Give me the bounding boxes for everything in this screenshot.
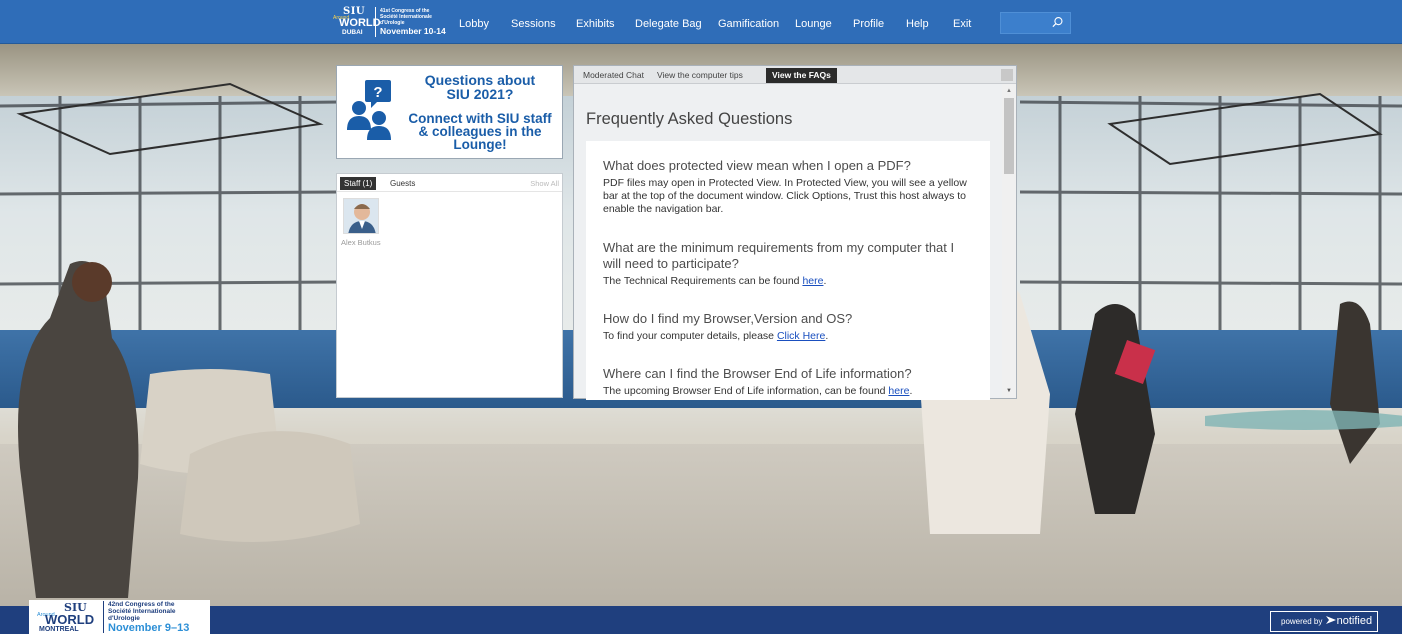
powered-by-badge[interactable]: powered by notified — [1270, 611, 1378, 632]
nav-delegate-bag[interactable]: Delegate Bag — [635, 0, 702, 44]
faq-window: Moderated Chat View the computer tips Vi… — [573, 65, 1017, 400]
tab-faqs[interactable]: View the FAQs — [766, 68, 837, 83]
siu-logo-mark: SIU Around WORLD MONTREAL — [37, 601, 103, 633]
promo-heading: Questions about SIU 2021? — [401, 73, 559, 101]
faq-question: Where can I find the Browser End of Life… — [603, 366, 912, 381]
nav-lounge[interactable]: Lounge — [795, 0, 832, 44]
faq-answer: PDF files may open in Protected View. In… — [603, 177, 967, 215]
technical-requirements-link[interactable]: here — [802, 275, 823, 287]
nav-profile[interactable]: Profile — [853, 0, 884, 44]
promo-body: Connect with SIU staff & colleagues in t… — [401, 112, 559, 152]
logo-dates: November 10-14 — [380, 26, 446, 36]
top-navigation-bar: SIU Around WORLD DUBAI 41st Congress of … — [0, 0, 1402, 44]
logo-world-text: WORLD — [45, 612, 95, 627]
logo-congress-line1: 42nd Congress of the — [108, 600, 175, 608]
lounge-promo-banner[interactable]: ? Questions about SIU 2021? Connect with… — [336, 65, 563, 159]
powered-by-text: powered by — [1281, 617, 1323, 626]
computer-details-link[interactable]: Click Here — [777, 330, 825, 342]
faq-item: How do I find my Browser,Version and OS?… — [603, 311, 975, 343]
nav-lobby[interactable]: Lobby — [459, 0, 489, 44]
search-icon[interactable] — [1051, 16, 1064, 29]
search-box — [1000, 12, 1071, 34]
scroll-down-arrow-icon[interactable]: ▼ — [1002, 386, 1016, 396]
faq-window-tabs: Moderated Chat View the computer tips Vi… — [574, 66, 1016, 84]
nav-exit[interactable]: Exit — [953, 0, 971, 44]
nav-gamification[interactable]: Gamification — [718, 0, 779, 44]
logo-congress-text: 41st Congress of the Société Internation… — [375, 7, 446, 37]
logo-world-text: WORLD — [339, 17, 381, 29]
nav-help[interactable]: Help — [906, 0, 929, 44]
faq-question: What are the minimum requirements from m… — [603, 240, 955, 271]
logo-city-text: MONTREAL — [39, 626, 79, 633]
logo-congress-line2: Société Internationale — [108, 607, 176, 615]
promo-title-line2: SIU 2021? — [446, 86, 514, 102]
promo-body-line3: Lounge! — [453, 137, 507, 152]
faq-question: How do I find my Browser,Version and OS? — [603, 311, 853, 326]
tab-computer-tips[interactable]: View the computer tips — [651, 68, 749, 83]
tab-moderated-chat[interactable]: Moderated Chat — [577, 68, 650, 83]
faq-item: Where can I find the Browser End of Life… — [603, 366, 975, 398]
chat-people-icon: ? — [347, 80, 391, 140]
logo-dates: November 9–13 — [108, 621, 190, 634]
faq-answer-suffix: . — [823, 275, 827, 287]
footer-bar — [0, 606, 1402, 634]
faq-answer-text: The Technical Requirements can be found — [603, 275, 803, 287]
tab-staff[interactable]: Staff (1) — [340, 177, 377, 190]
faq-answer: The upcoming Browser End of Life informa… — [603, 385, 975, 398]
faq-answer-text: To find your computer details, please — [603, 330, 777, 342]
popout-icon[interactable] — [1001, 69, 1013, 81]
faq-answer-suffix: . — [825, 330, 829, 342]
attendees-tabs: Staff (1) Guests Show All — [337, 174, 562, 192]
logo-congress-text: 42nd Congress of the Société Internation… — [103, 600, 190, 634]
scroll-thumb[interactable] — [1004, 98, 1014, 174]
notified-brand-text: notified — [1336, 615, 1373, 627]
search-input[interactable] — [1001, 13, 1051, 33]
svg-text:?: ? — [373, 84, 382, 101]
faq-answer-text: The upcoming Browser End of Life informa… — [603, 385, 889, 397]
person-photo-icon — [344, 199, 378, 233]
faq-item: What are the minimum requirements from m… — [603, 240, 975, 288]
faq-answer-suffix: . — [909, 385, 913, 397]
show-all-link[interactable]: Show All — [530, 177, 559, 190]
promo-title-line1: Questions about — [424, 72, 536, 88]
siu-logo-mark: SIU Around WORLD DUBAI — [333, 6, 381, 38]
attendees-panel: Staff (1) Guests Show All Alex Butkus — [336, 173, 563, 398]
faq-answer: The Technical Requirements can be found … — [603, 275, 975, 288]
faq-list: What does protected view mean when I ope… — [586, 141, 990, 400]
tab-guests[interactable]: Guests — [390, 177, 415, 190]
congress-logo[interactable]: SIU Around WORLD DUBAI 41st Congress of … — [333, 6, 447, 38]
avatar[interactable] — [343, 198, 379, 234]
logo-city-text: DUBAI — [342, 29, 363, 36]
faq-scrollbar[interactable]: ▲ ▼ — [1002, 84, 1016, 398]
browser-eol-link[interactable]: here — [888, 385, 909, 397]
faq-item: What does protected view mean when I ope… — [603, 158, 975, 216]
logo-congress-line3: d'Urologie — [108, 614, 140, 622]
faq-answer: To find your computer details, please Cl… — [603, 330, 975, 343]
notified-logo-icon — [1325, 616, 1336, 624]
faq-page-title: Frequently Asked Questions — [586, 110, 793, 128]
next-congress-logo[interactable]: SIU Around WORLD MONTREAL 42nd Congress … — [29, 600, 210, 634]
nav-sessions[interactable]: Sessions — [511, 0, 556, 44]
scroll-up-arrow-icon[interactable]: ▲ — [1002, 86, 1016, 96]
attendee-name[interactable]: Alex Butkus — [341, 238, 381, 247]
faq-question: What does protected view mean when I ope… — [603, 158, 911, 173]
nav-exhibits[interactable]: Exhibits — [576, 0, 615, 44]
